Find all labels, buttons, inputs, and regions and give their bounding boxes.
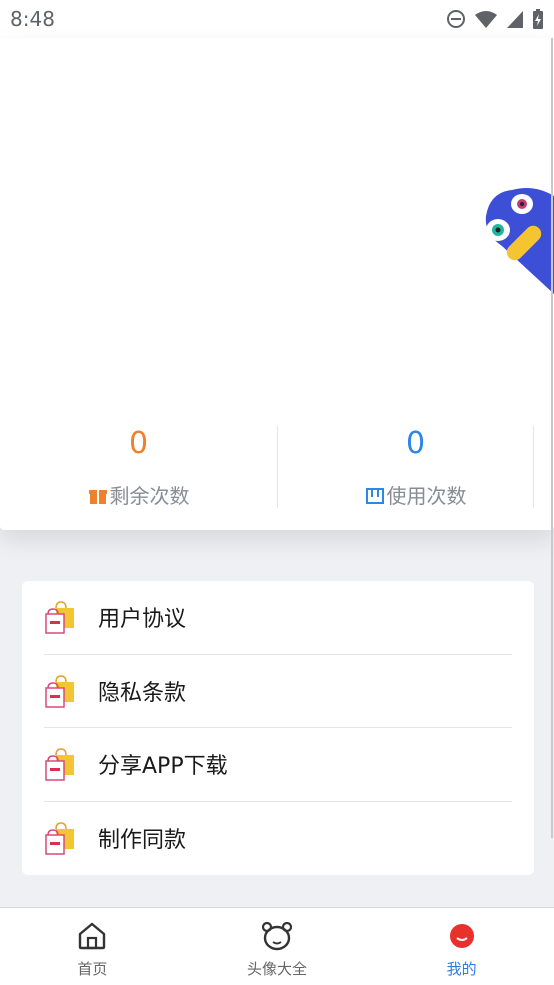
used-count-label-wrap: 使用次数 xyxy=(365,482,467,510)
menu-list: 用户协议 隐私条款 分享APP下载 制作同款 xyxy=(22,581,534,875)
menu-item-privacy-policy[interactable]: 隐私条款 xyxy=(44,655,512,728)
remaining-count-stat[interactable]: 0 剩余次数 xyxy=(0,426,277,510)
stats-row: 0 剩余次数 0 使用次数 xyxy=(0,426,554,510)
scroll-indicator xyxy=(551,38,553,838)
shopping-bag-icon xyxy=(45,822,74,855)
smile-dot-icon xyxy=(449,924,474,948)
used-count-value: 0 xyxy=(405,426,426,461)
tab-home[interactable]: 首页 xyxy=(0,908,185,985)
tab-label: 首页 xyxy=(77,960,108,978)
profile-header-card: 0 剩余次数 0 使用次数 xyxy=(0,38,554,530)
shopping-bag-icon xyxy=(45,601,74,634)
used-count-stat[interactable]: 0 使用次数 xyxy=(277,426,554,510)
remaining-count-label-wrap: 剩余次数 xyxy=(88,482,190,510)
shopping-bag-icon xyxy=(45,674,74,708)
battery-charging-icon xyxy=(533,9,543,29)
status-icons xyxy=(446,8,544,30)
menu-label: 制作同款 xyxy=(98,828,187,854)
status-time: 8:48 xyxy=(10,7,55,31)
wifi-icon xyxy=(475,11,497,28)
home-icon xyxy=(79,922,106,950)
tab-label: 头像大全 xyxy=(247,960,308,978)
signal-icon xyxy=(507,11,523,28)
menu-item-make-same[interactable]: 制作同款 xyxy=(44,802,512,876)
tab-avatars[interactable]: 头像大全 xyxy=(185,908,370,985)
shopping-bag-icon xyxy=(45,748,74,781)
remaining-count-value: 0 xyxy=(128,426,149,461)
do-not-disturb-icon xyxy=(447,10,465,28)
menu-item-share-app[interactable]: 分享APP下载 xyxy=(44,728,512,802)
menu-label: 隐私条款 xyxy=(98,680,187,706)
status-bar: 8:48 xyxy=(0,0,554,38)
menu-label: 用户协议 xyxy=(98,607,187,633)
usage-box-icon xyxy=(365,488,384,504)
used-count-label: 使用次数 xyxy=(386,484,467,508)
bottom-tab-bar: 首页 头像大全 我的 xyxy=(0,907,554,985)
menu-item-user-agreement[interactable]: 用户协议 xyxy=(44,581,512,655)
tab-label: 我的 xyxy=(446,960,477,978)
bear-face-icon xyxy=(261,921,293,951)
tab-mine[interactable]: 我的 xyxy=(369,908,554,985)
remaining-count-label: 剩余次数 xyxy=(109,484,190,508)
menu-label: 分享APP下载 xyxy=(98,754,228,780)
blue-mascot-icon[interactable] xyxy=(482,186,554,296)
gift-box-icon xyxy=(88,490,107,504)
app-screen: 8:48 0 剩余次数 0 使用次数 用户协议 隐私条款 分享APP下载 制作同… xyxy=(0,0,554,985)
